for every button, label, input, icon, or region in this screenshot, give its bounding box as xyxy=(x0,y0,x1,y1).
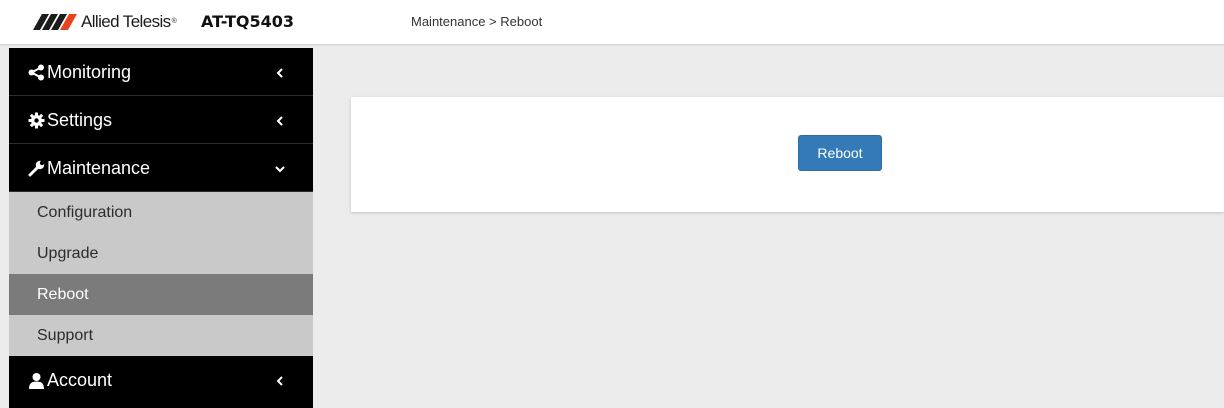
top-header: Allied Telesis® AT-TQ5403 Maintenance > … xyxy=(0,0,1224,44)
sidebar-item-monitoring[interactable]: Monitoring xyxy=(9,48,313,96)
sidebar-item-label: Maintenance xyxy=(47,158,151,178)
device-model: AT-TQ5403 xyxy=(201,12,295,31)
chevron-left-icon xyxy=(276,376,283,386)
submenu-item-reboot[interactable]: Reboot xyxy=(9,274,313,315)
chevron-left-icon xyxy=(276,116,283,126)
submenu-item-support[interactable]: Support xyxy=(9,315,313,356)
sidebar-item-label: Account xyxy=(47,370,113,390)
submenu-item-configuration[interactable]: Configuration xyxy=(9,192,313,233)
reboot-button[interactable]: Reboot xyxy=(798,135,882,171)
breadcrumb: Maintenance > Reboot xyxy=(411,14,543,29)
brand-registered-mark: ® xyxy=(171,18,177,25)
sidebar-item-label: Settings xyxy=(47,110,113,130)
gear-icon xyxy=(28,112,45,129)
maintenance-submenu: Configuration Upgrade Reboot Support xyxy=(9,192,313,356)
sidebar-item-maintenance[interactable]: Maintenance xyxy=(9,144,313,192)
user-icon xyxy=(29,373,44,389)
allied-telesis-logo: Allied Telesis® xyxy=(33,12,177,32)
chevron-left-icon xyxy=(276,68,283,78)
chevron-down-icon xyxy=(275,166,285,173)
share-icon xyxy=(28,64,44,81)
logo-mark-icon xyxy=(33,14,77,30)
wrench-icon xyxy=(28,160,45,177)
reboot-panel: Reboot xyxy=(351,97,1224,212)
sidebar: Monitoring Settings Maintenance Configur… xyxy=(9,48,313,408)
page: Allied Telesis® AT-TQ5403 Maintenance > … xyxy=(0,0,1224,408)
sidebar-item-settings[interactable]: Settings xyxy=(9,96,313,144)
brand-name: Allied Telesis® xyxy=(81,12,177,32)
sidebar-item-label: Monitoring xyxy=(47,62,132,82)
brand-text: Allied Telesis xyxy=(81,12,171,31)
submenu-item-upgrade[interactable]: Upgrade xyxy=(9,233,313,274)
sidebar-item-account[interactable]: Account xyxy=(9,356,313,404)
